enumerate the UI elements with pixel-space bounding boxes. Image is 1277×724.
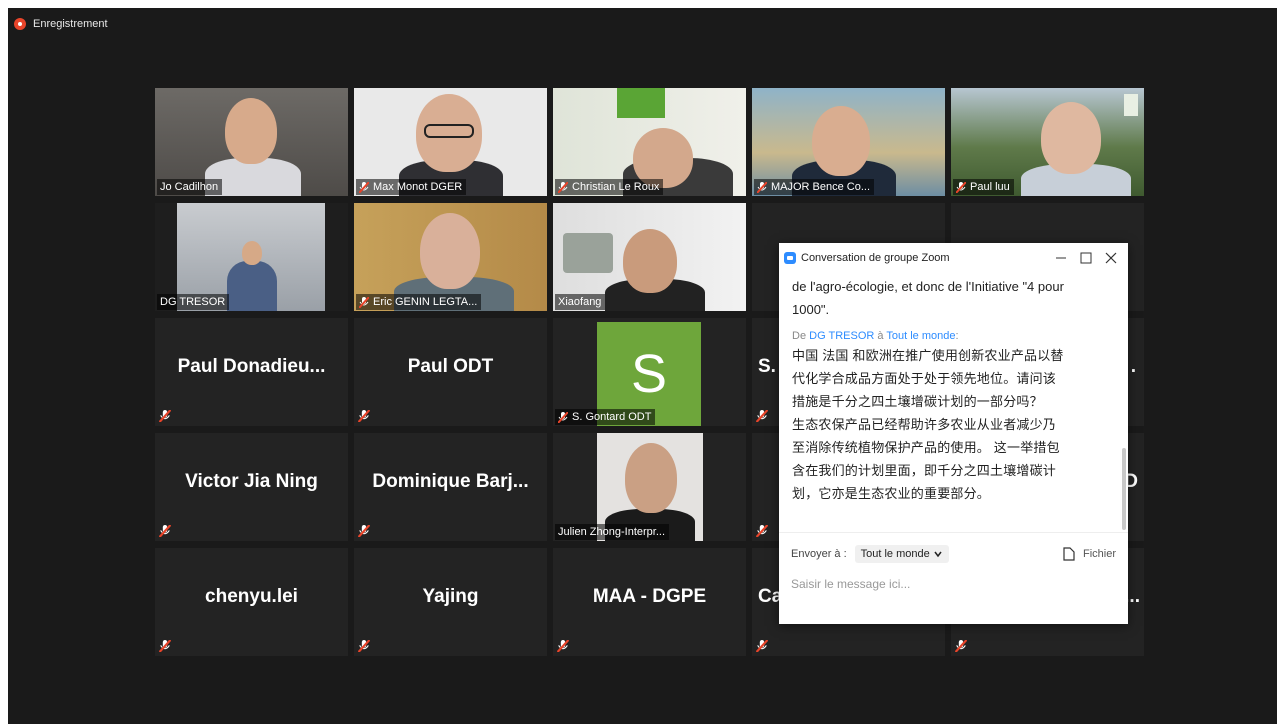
file-icon (1063, 547, 1075, 561)
participant-name-tag: Eric GENIN LEGTA... (356, 294, 482, 310)
participant-tile-yajing[interactable]: Yajing (354, 548, 547, 656)
send-to-label: Envoyer à : (791, 548, 847, 560)
muted-mic-icon (558, 411, 568, 423)
video-tile-max-monot[interactable]: Max Monot DGER (354, 88, 547, 196)
video-tile-eric-genin[interactable]: Eric GENIN LEGTA... (354, 203, 547, 311)
participant-tile-maa-dgpe[interactable]: MAA - DGPE (553, 548, 746, 656)
muted-mic-icon (557, 640, 569, 652)
zoom-meeting-window: Enregistrement Jo Cadilhon Max Monot DGE… (8, 8, 1277, 724)
muted-mic-icon (359, 296, 369, 308)
participant-name-tag: MAJOR Bence Co... (754, 179, 875, 195)
chat-scrollbar[interactable] (1122, 448, 1126, 530)
muted-mic-icon (358, 410, 370, 422)
close-icon[interactable] (1102, 249, 1120, 267)
participant-name-tag: Max Monot DGER (356, 179, 467, 195)
muted-mic-icon (756, 640, 768, 652)
participant-name-tag: Christian Le Roux (555, 179, 664, 195)
participant-name: MAA - DGPE (592, 586, 707, 607)
video-tile-xiaofang[interactable]: Xiaofang (553, 203, 746, 311)
participant-tile-dominique-barj[interactable]: Dominique Barj... (354, 433, 547, 541)
participant-tile-chenyu-lei[interactable]: chenyu.lei (155, 548, 348, 656)
participant-tile-victor-jia-ning[interactable]: Victor Jia Ning (155, 433, 348, 541)
participant-name-tag: Xiaofang (555, 294, 606, 310)
participant-name: chenyu.lei (205, 586, 298, 607)
zoom-chat-icon (784, 252, 796, 264)
file-button[interactable]: Fichier (1063, 547, 1116, 561)
recipient-name[interactable]: Tout le monde (886, 330, 955, 342)
recording-label: Enregistrement (33, 18, 108, 30)
chat-message-list[interactable]: de l'agro-écologie, et donc de l'Initiat… (792, 275, 1092, 505)
muted-mic-icon (956, 181, 966, 193)
chat-message-text: de l'agro-écologie, et donc de l'Initiat… (792, 279, 1064, 317)
participant-name: Yajing (422, 586, 479, 607)
chat-title: Conversation de groupe Zoom (801, 252, 950, 264)
muted-mic-icon (756, 525, 768, 537)
participant-name-tag: S. Gontard ODT (555, 409, 656, 425)
logo-image (1124, 94, 1138, 116)
video-tile-paul-luu[interactable]: Paul luu (951, 88, 1144, 196)
record-icon (14, 18, 26, 30)
video-tile-christian-le-roux[interactable]: Christian Le Roux (553, 88, 746, 196)
video-tile-dg-tresor[interactable]: DG TRESOR (155, 203, 348, 311)
muted-mic-icon (159, 410, 171, 422)
muted-mic-icon (159, 525, 171, 537)
participant-name: Dominique Barj... (372, 471, 529, 492)
recording-indicator[interactable]: Enregistrement (14, 14, 108, 34)
participant-tile-paul-odt[interactable]: Paul ODT (354, 318, 547, 426)
muted-mic-icon (756, 410, 768, 422)
chat-message-sender: De DG TRESOR à Tout le monde: (792, 330, 959, 342)
video-tile-jo-cadilhon[interactable]: Jo Cadilhon (155, 88, 348, 196)
participant-name: . (1130, 356, 1136, 377)
participant-name: Paul Donadieu... (177, 356, 326, 377)
participant-tile-s-gontard[interactable]: S S. Gontard ODT (553, 318, 746, 426)
muted-mic-icon (359, 181, 369, 193)
chat-message-text: 中国 法国 和欧洲在推广使用创新农业产品以替 代化学合成品方面处于处于领先地位。… (792, 348, 1064, 501)
group-chat-window[interactable]: Conversation de groupe Zoom de l'agro-éc… (779, 243, 1128, 624)
participant-tile-paul-donadieu[interactable]: Paul Donadieu... (155, 318, 348, 426)
muted-mic-icon (159, 640, 171, 652)
muted-mic-icon (757, 181, 767, 193)
chat-title-bar[interactable]: Conversation de groupe Zoom (779, 243, 1128, 273)
chat-message-input[interactable]: Saisir le message ici... (791, 577, 910, 591)
send-to-select[interactable]: Tout le monde (854, 545, 949, 563)
muted-mic-icon (358, 640, 370, 652)
video-tile-julien-zhong[interactable]: Julien Zhong-Interpr... (553, 433, 746, 541)
participant-name-tag: DG TRESOR (157, 294, 230, 310)
video-tile-major-bence[interactable]: MAJOR Bence Co... (752, 88, 945, 196)
muted-mic-icon (558, 181, 568, 193)
muted-mic-icon (955, 640, 967, 652)
sender-name[interactable]: DG TRESOR (809, 330, 874, 342)
send-to-row: Envoyer à : Tout le monde Fichier (791, 543, 1116, 565)
participant-name: S. (758, 356, 776, 377)
muted-mic-icon (358, 525, 370, 537)
maximize-icon[interactable] (1077, 249, 1095, 267)
participant-name: Victor Jia Ning (185, 471, 318, 492)
participant-name-tag: Paul luu (953, 179, 1014, 195)
divider (779, 532, 1128, 533)
participant-name-tag: Julien Zhong-Interpr... (555, 524, 670, 540)
participant-name: Paul ODT (407, 356, 494, 377)
logo-image (617, 88, 665, 118)
participant-name-tag: Jo Cadilhon (157, 179, 223, 195)
minimize-icon[interactable] (1052, 249, 1070, 267)
chevron-down-icon (934, 551, 942, 558)
